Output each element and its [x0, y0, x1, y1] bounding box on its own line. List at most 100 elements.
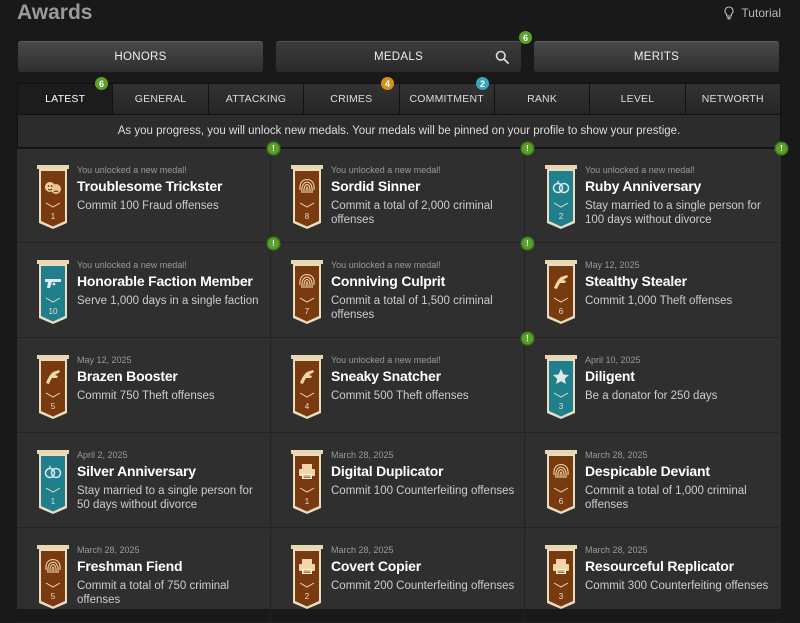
tab-merits[interactable]: MERITS — [533, 40, 780, 73]
medal-bar — [545, 545, 577, 549]
medal-badge: 4 — [291, 355, 323, 419]
lightbulb-icon — [724, 6, 734, 20]
subtab-rank[interactable]: RANK — [493, 84, 590, 114]
medal-card[interactable]: 4 You unlocked a new medal! Sneaky Snatche… — [271, 339, 525, 433]
medal-date: You unlocked a new medal! — [331, 355, 441, 365]
medal-badge: 7 — [291, 260, 323, 324]
medal-card[interactable]: 6 March 28, 2025 Despicable Deviant Commit … — [525, 434, 779, 528]
medal-bar — [37, 355, 69, 359]
crimes-count-badge: 4 — [381, 77, 394, 90]
medal-card[interactable]: 7 You unlocked a new medal! Conniving Culp… — [271, 244, 525, 338]
medal-badge: 8 — [291, 165, 323, 229]
new-medal-badge: ! — [268, 143, 279, 154]
search-icon[interactable] — [495, 50, 509, 64]
medal-badge: 3 — [545, 355, 577, 419]
medal-badge: 1 — [291, 450, 323, 514]
medal-bar — [291, 355, 323, 359]
medal-number: 6 — [559, 497, 564, 506]
medal-number: 5 — [51, 592, 56, 601]
tab-label: MEDALS — [373, 50, 424, 63]
info-text: As you progress, you will unlock new med… — [117, 125, 681, 137]
subtab-attacking[interactable]: ATTACKING — [207, 84, 304, 114]
medal-description: Commit a total of 1,000 criminal offense… — [585, 485, 747, 511]
medal-bar — [291, 545, 323, 549]
new-medal-badge: ! — [522, 143, 533, 154]
tutorial-link[interactable]: Tutorial — [723, 6, 781, 20]
medal-number: 4 — [305, 402, 310, 411]
medal-number: 1 — [305, 497, 310, 506]
medal-description: Commit 750 Theft offenses — [77, 390, 215, 402]
medal-name: Ruby Anniversary — [585, 178, 702, 194]
medal-badge: 2 — [291, 545, 323, 609]
medal-number: 6 — [559, 307, 564, 316]
new-medal-badge: ! — [522, 238, 533, 249]
medal-bar — [545, 355, 577, 359]
medal-date: March 28, 2025 — [585, 450, 648, 460]
medal-card[interactable]: 3 March 28, 2025 Resourceful Replicator Com… — [525, 529, 779, 623]
latest-count-badge: 6 — [95, 77, 108, 90]
medal-description: Commit 500 Theft offenses — [331, 390, 469, 402]
medal-card[interactable]: 6 May 12, 2025 Stealthy Stealer Commit 1,00… — [525, 244, 779, 338]
medal-card[interactable]: 2 March 28, 2025 Covert Copier Commit 200 C… — [271, 529, 525, 623]
medal-name: Digital Duplicator — [331, 463, 444, 479]
medal-name: Covert Copier — [331, 558, 421, 574]
medal-date: March 28, 2025 — [331, 545, 394, 555]
medal-card[interactable]: 1 April 2, 2025 Silver Anniversary Stay mar… — [17, 434, 271, 528]
medal-name: Silver Anniversary — [77, 463, 196, 479]
medal-date: April 10, 2025 — [585, 355, 641, 365]
medal-description: Serve 1,000 days in a single faction — [77, 295, 259, 307]
medal-card[interactable]: 3 April 10, 2025 Diligent Be a donator for … — [525, 339, 779, 433]
medal-date: You unlocked a new medal! — [585, 165, 695, 175]
medal-description: Commit a total of 1,500 criminal offense… — [331, 295, 493, 321]
medal-name: Stealthy Stealer — [585, 273, 687, 289]
medal-card[interactable]: 5 May 12, 2025 Brazen Booster Commit 750 Th… — [17, 339, 271, 433]
medal-number: 1 — [51, 497, 56, 506]
tab-label: HONORS — [114, 50, 167, 63]
medal-description: Commit 100 Counterfeiting offenses — [331, 485, 515, 497]
subtab-general[interactable]: GENERAL — [112, 84, 208, 114]
medal-card[interactable]: 2 You unlocked a new medal! Ruby Anniversa… — [525, 149, 779, 243]
medal-date: March 28, 2025 — [331, 450, 394, 460]
medal-bar — [37, 165, 69, 169]
medal-badge: 5 — [37, 355, 69, 419]
medal-bar — [37, 450, 69, 454]
page-title: Awards — [17, 1, 93, 24]
medal-date: April 2, 2025 — [77, 450, 128, 460]
medal-card[interactable]: 1 March 28, 2025 Digital Duplicator Commit … — [271, 434, 525, 528]
subtab-networth[interactable]: NETWORTH — [684, 84, 780, 114]
medal-grid: 1 You unlocked a new medal! Troublesome Tr… — [17, 149, 781, 623]
medal-badge: 1 — [37, 450, 69, 514]
medal-card[interactable]: 1 You unlocked a new medal! Troublesome Tr… — [17, 149, 271, 243]
medal-card[interactable]: 10 You unlocked a new medal! Honorable Fac… — [17, 244, 271, 338]
tab-label: MERITS — [633, 50, 680, 63]
new-medal-badge: ! — [522, 333, 533, 344]
medal-bar — [545, 450, 577, 454]
medal-bar — [37, 545, 69, 549]
medal-badge: 10 — [37, 260, 69, 324]
medal-number: 3 — [559, 592, 564, 601]
medal-description: Stay married to a single person for 50 d… — [77, 485, 253, 511]
medal-name: Sordid Sinner — [331, 178, 421, 194]
new-medal-badge: ! — [268, 238, 279, 249]
medal-card[interactable]: 5 March 28, 2025 Freshman Fiend Commit a to… — [17, 529, 271, 623]
medal-description: Commit 200 Counterfeiting offenses — [331, 580, 515, 592]
medal-date: March 28, 2025 — [585, 545, 648, 555]
medal-description: Commit 300 Counterfeiting offenses — [585, 580, 769, 592]
info-banner: As you progress, you will unlock new med… — [17, 115, 781, 148]
category-tabs: LATEST GENERAL ATTACKING CRIMES COMMITME… — [17, 83, 781, 115]
medal-name: Brazen Booster — [77, 368, 178, 384]
medal-badge: 6 — [545, 450, 577, 514]
tab-medals[interactable]: MEDALS — [275, 40, 522, 73]
medal-date: May 12, 2025 — [585, 260, 640, 270]
medals-count-badge: 6 — [519, 31, 532, 44]
medal-name: Diligent — [585, 368, 635, 384]
commitment-count-badge: 2 — [476, 77, 489, 90]
subtab-level[interactable]: LEVEL — [589, 84, 685, 114]
medal-name: Troublesome Trickster — [77, 178, 223, 194]
medal-description: Commit a total of 2,000 criminal offense… — [331, 200, 493, 226]
new-medal-badge: ! — [776, 143, 787, 154]
tab-honors[interactable]: HONORS — [17, 40, 264, 73]
medal-number: 2 — [559, 212, 564, 221]
medal-card[interactable]: 8 You unlocked a new medal! Sordid Sinner C… — [271, 149, 525, 243]
medal-description: Commit 100 Fraud offenses — [77, 200, 219, 212]
